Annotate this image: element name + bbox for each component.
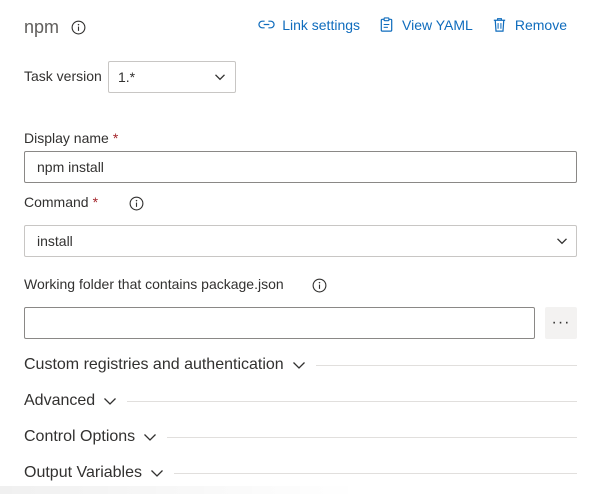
chevron-down-icon — [151, 470, 163, 477]
task-version-label: Task version — [24, 66, 102, 86]
remove-label: Remove — [514, 16, 567, 33]
display-name-input[interactable]: npm install — [24, 151, 577, 183]
task-version-label-text: Task version — [24, 68, 102, 84]
view-yaml-button[interactable]: View YAML — [378, 16, 473, 33]
section-advanced[interactable]: Advanced — [24, 390, 577, 412]
chevron-down-icon — [104, 398, 117, 405]
clipboard-icon — [380, 17, 393, 32]
command-value: install — [37, 233, 73, 249]
working-folder-label-text: Working folder that contains package.jso… — [24, 276, 284, 292]
section-custom-registries[interactable]: Custom registries and authentication — [24, 354, 577, 376]
command-label-text: Command — [24, 194, 89, 210]
command-label: Command * — [24, 192, 98, 212]
section-output-variables[interactable]: Output Variables — [24, 462, 577, 484]
section-label: Advanced — [24, 392, 96, 409]
info-icon[interactable] — [71, 20, 86, 35]
info-icon[interactable] — [312, 278, 327, 293]
trash-icon — [493, 18, 506, 32]
task-title: npm — [24, 16, 60, 37]
display-name-label-text: Display name — [24, 130, 109, 146]
task-version-value: 1.* — [118, 69, 136, 85]
required-marker: * — [92, 194, 99, 210]
chevron-down-icon — [292, 362, 305, 369]
chevron-down-icon — [215, 74, 225, 81]
command-dropdown[interactable]: install — [24, 225, 577, 257]
required-marker: * — [112, 130, 119, 146]
link-icon — [258, 20, 275, 29]
section-label: Output Variables — [24, 464, 142, 481]
task-header: npm Link settings View YAML Remove — [24, 14, 577, 40]
section-divider — [127, 400, 577, 402]
link-settings-label: Link settings — [282, 16, 361, 33]
section-control-options[interactable]: Control Options — [24, 426, 577, 448]
display-name-label: Display name * — [24, 128, 118, 148]
info-icon[interactable] — [129, 196, 144, 211]
chevron-down-icon — [557, 238, 567, 245]
bottom-shadow — [0, 486, 360, 494]
chevron-down-icon — [144, 434, 157, 441]
link-settings-button[interactable]: Link settings — [258, 16, 360, 33]
working-folder-input[interactable] — [24, 307, 535, 339]
view-yaml-label: View YAML — [402, 16, 473, 33]
working-folder-label: Working folder that contains package.jso… — [24, 274, 284, 294]
task-version-dropdown[interactable]: 1.* — [108, 61, 236, 93]
more-icon: ··· — [551, 314, 571, 331]
section-divider — [315, 364, 577, 366]
header-actions: Link settings View YAML Remove — [258, 16, 567, 33]
section-divider — [167, 436, 577, 438]
remove-button[interactable]: Remove — [491, 16, 567, 33]
section-label: Custom registries and authentication — [24, 356, 284, 373]
section-label: Control Options — [24, 428, 136, 445]
browse-button[interactable]: ··· — [545, 307, 577, 339]
section-divider — [174, 472, 577, 474]
display-name-value: npm install — [37, 159, 104, 175]
